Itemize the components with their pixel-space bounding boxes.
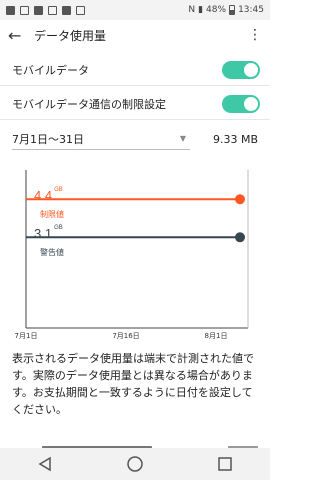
data-limit-switch[interactable] [222,94,260,113]
series-unit-1: GB [54,225,63,232]
dropdown-arrow-icon: ▼ [179,134,186,143]
arrow-left-icon[interactable]: ← [8,26,28,45]
music-icon [34,5,43,15]
nfc-icon: N [188,5,196,15]
wifi-off-icon [76,5,85,15]
series-value-1: 3.1 [34,226,53,242]
navigation-bar [0,448,270,480]
signal-icon: ▮ [198,5,204,15]
series-label-0: 4.4 GB 制限値 [34,187,64,219]
mail-icon [48,5,57,15]
series-unit-0: GB [54,187,63,194]
series-handle-0[interactable] [235,194,245,205]
x-tick-label: 8月1日 [205,332,228,340]
home-nav-button[interactable] [123,452,147,476]
series-label-1: 3.1 GB 警告値 [34,225,64,257]
system-status: N ▮ 48% 13:45 [188,5,264,15]
x-tick-label: 7月16日 [112,332,139,340]
back-triangle-icon [38,456,51,472]
series-name-0: 制限値 [40,210,64,220]
home-circle-icon [127,456,143,472]
battery-percent: 48% [206,5,227,15]
more-vert-icon[interactable]: ⋮ [248,27,262,43]
sim-icon [6,5,15,15]
recents-nav-button[interactable] [213,452,237,476]
date-range-value: 7月1日～31日 [12,132,84,146]
data-limit-label: モバイルデータ通信の制限設定 [12,97,166,111]
series-value-0: 4.4 [34,188,53,204]
mobile-data-row[interactable]: モバイルデータ [0,54,270,86]
page-title: データ使用量 [34,28,107,43]
date-range-row: 7月1日～31日 ▼ 9.33 MB [12,126,258,152]
notification-icons [6,5,85,15]
usage-total: 9.33 MB [212,132,258,146]
app-bar: ← データ使用量 ⋮ [0,20,270,50]
battery-icon [229,5,236,15]
date-range-dropdown[interactable]: 7月1日～31日 ▼ [12,128,190,150]
data-limit-row[interactable]: モバイルデータ通信の制限設定 [0,88,270,120]
mobile-data-switch[interactable] [222,60,260,79]
usage-chart: 7月1日 7月16日 8月1日 4.4 GB 制限値 3.1 GB 警告値 [0,160,270,340]
series-handle-1[interactable] [235,232,245,243]
series-name-1: 警告値 [40,248,64,258]
mobile-data-label: モバイルデータ [12,63,89,77]
settings-icon [62,5,71,15]
recents-square-icon [218,457,232,471]
clock: 13:45 [238,5,264,15]
image-icon [20,5,29,15]
status-bar: N ▮ 48% 13:45 [0,0,270,20]
x-tick-label: 7月1日 [15,332,38,340]
usage-description: 表示されるデータ使用量は端末で計測された値です。実際のデータ使用量とは異なる場合… [12,352,254,416]
back-nav-button[interactable] [33,452,57,476]
